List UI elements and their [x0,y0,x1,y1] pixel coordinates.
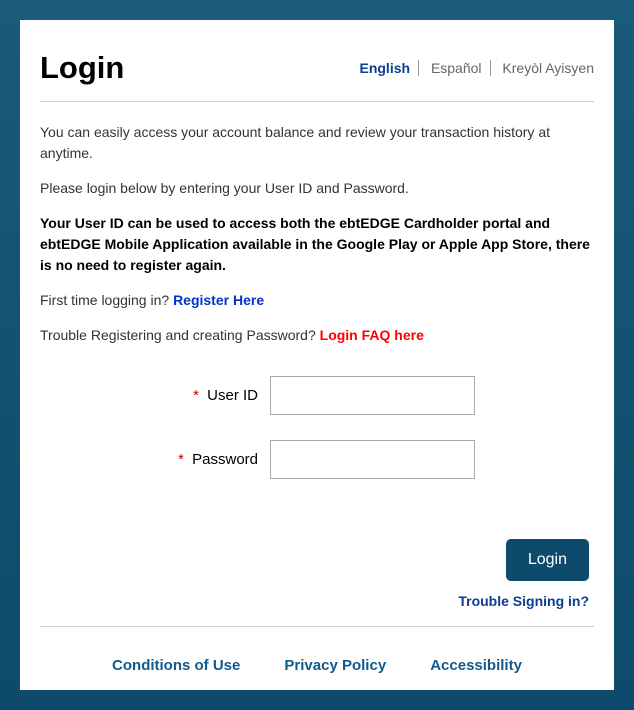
user-id-row: * User ID [40,376,594,415]
login-button-row: Login [40,539,594,581]
header-row: Login English Español Kreyòl Ayisyen [40,40,594,102]
trouble-signing-in-link[interactable]: Trouble Signing in? [458,593,589,609]
page-title: Login [40,50,124,86]
intro-line2: Please login below by entering your User… [40,178,594,199]
user-id-label-wrap: * User ID [40,387,270,404]
lang-kreyol[interactable]: Kreyòl Ayisyen [494,60,594,76]
footer-accessibility-link[interactable]: Accessibility [430,657,522,674]
password-label: Password [192,451,258,468]
required-marker: * [193,387,199,404]
trouble-prefix: Trouble Registering and creating Passwor… [40,327,320,343]
login-card: Login English Español Kreyòl Ayisyen You… [20,20,614,690]
footer-privacy-link[interactable]: Privacy Policy [284,657,386,674]
lang-english[interactable]: English [351,60,419,76]
user-id-input[interactable] [270,376,475,415]
first-time-line: First time logging in? Register Here [40,290,594,311]
intro-line1: You can easily access your account balan… [40,122,594,164]
register-here-link[interactable]: Register Here [173,292,264,308]
login-button[interactable]: Login [506,539,589,581]
login-faq-link[interactable]: Login FAQ here [320,327,424,343]
intro-line3: Your User ID can be used to access both … [40,213,594,276]
login-form: * User ID * Password Login Trouble Signi… [40,376,594,611]
password-label-wrap: * Password [40,451,270,468]
trouble-register-line: Trouble Registering and creating Passwor… [40,325,594,346]
required-marker: * [178,451,184,468]
footer-conditions-link[interactable]: Conditions of Use [112,657,240,674]
user-id-label: User ID [207,387,258,404]
intro-text: You can easily access your account balan… [40,122,594,346]
language-switcher: English Español Kreyòl Ayisyen [351,60,594,76]
footer: Conditions of Use Privacy Policy Accessi… [40,626,594,674]
password-input[interactable] [270,440,475,479]
first-time-prefix: First time logging in? [40,292,173,308]
lang-espanol[interactable]: Español [423,60,491,76]
trouble-row: Trouble Signing in? [40,593,594,611]
password-row: * Password [40,440,594,479]
